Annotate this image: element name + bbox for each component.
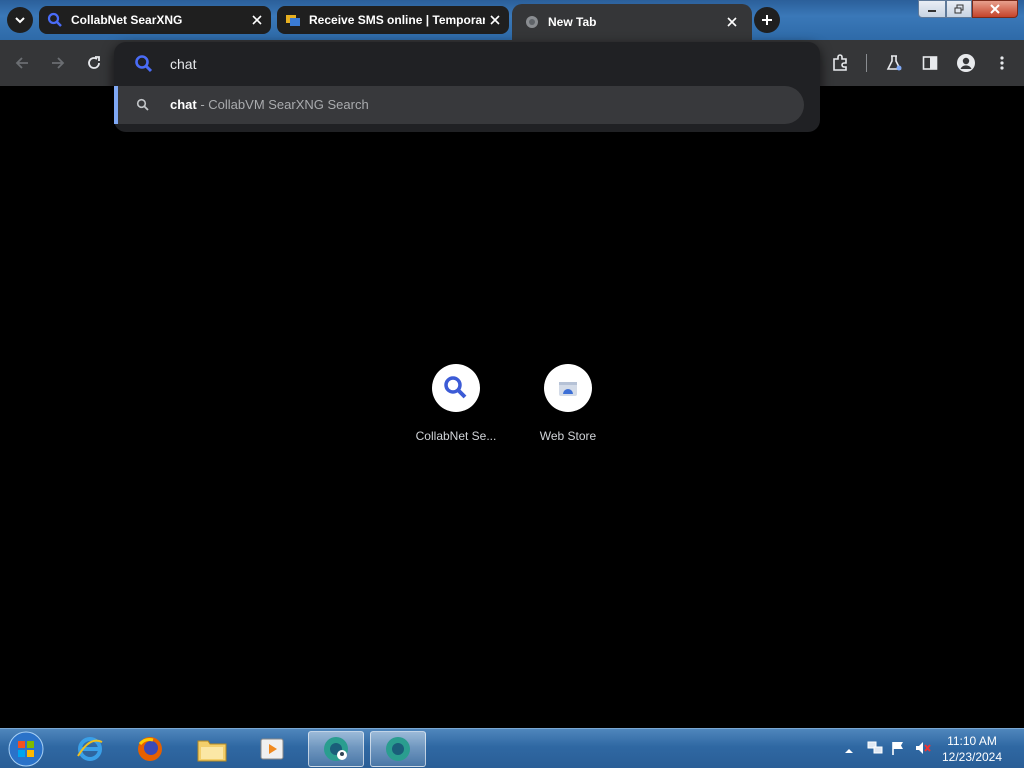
clock-date: 12/23/2024 bbox=[941, 750, 1003, 764]
address-bar-input[interactable] bbox=[170, 52, 770, 76]
internet-explorer-icon bbox=[77, 737, 103, 761]
back-arrow-icon bbox=[15, 57, 28, 69]
tab-search-button[interactable] bbox=[7, 7, 33, 33]
tab-collabnet-searxng[interactable]: CollabNet SearXNG bbox=[39, 6, 271, 34]
tab-title: CollabNet SearXNG bbox=[71, 13, 183, 27]
labs-button[interactable] bbox=[882, 51, 906, 75]
toolbar-divider bbox=[866, 54, 867, 72]
globe-icon bbox=[524, 14, 540, 30]
close-icon[interactable] bbox=[485, 10, 505, 30]
show-hidden-icons-button[interactable] bbox=[844, 742, 854, 760]
shortcut-web-store[interactable]: Web Store bbox=[518, 364, 618, 454]
suggestion-query: chat bbox=[170, 97, 197, 112]
internet-explorer-taskbar-button[interactable] bbox=[62, 731, 118, 767]
network-icon[interactable] bbox=[866, 740, 884, 761]
search-icon bbox=[444, 376, 467, 399]
shortcut-label: CollabNet Se... bbox=[415, 429, 497, 443]
extensions-button[interactable] bbox=[828, 51, 852, 75]
sms-site-icon bbox=[285, 12, 301, 28]
tab-receive-sms[interactable]: Receive SMS online | Temporary bbox=[277, 6, 509, 34]
shortcut-icon-tile bbox=[544, 364, 592, 412]
selection-indicator bbox=[114, 86, 118, 124]
omnibox-suggestion[interactable]: chat - CollabVM SearXNG Search bbox=[114, 86, 804, 124]
taskbar: 11:10 AM 12/23/2024 bbox=[0, 728, 1024, 768]
suggestion-description: - CollabVM SearXNG Search bbox=[196, 97, 369, 112]
reload-icon bbox=[88, 56, 100, 69]
new-tab-button[interactable] bbox=[754, 7, 780, 33]
tab-strip: CollabNet SearXNG Receive SMS online | T… bbox=[0, 0, 1024, 40]
minimize-icon bbox=[928, 10, 936, 12]
tab-title: New Tab bbox=[548, 15, 597, 29]
folder-icon bbox=[197, 740, 227, 762]
start-button[interactable] bbox=[4, 730, 48, 768]
chrome-taskbar-button-2[interactable] bbox=[370, 731, 426, 767]
chevron-down-icon bbox=[15, 17, 25, 24]
menu-button[interactable] bbox=[990, 51, 1014, 75]
flask-icon bbox=[886, 55, 902, 71]
restore-button[interactable] bbox=[946, 0, 972, 18]
chevron-up-icon bbox=[845, 749, 853, 753]
action-center-flag-icon[interactable] bbox=[890, 740, 906, 761]
web-store-icon bbox=[559, 382, 577, 396]
close-icon[interactable] bbox=[722, 12, 742, 32]
suggestion-text: chat - CollabVM SearXNG Search bbox=[170, 97, 369, 112]
shortcut-collabnet[interactable]: CollabNet Se... bbox=[406, 364, 506, 454]
forward-button[interactable] bbox=[46, 51, 70, 75]
browser-profile-icon bbox=[324, 737, 348, 761]
firefox-taskbar-button[interactable] bbox=[122, 731, 178, 767]
forward-arrow-icon bbox=[52, 57, 65, 69]
file-explorer-taskbar-button[interactable] bbox=[184, 731, 240, 767]
media-player-taskbar-button[interactable] bbox=[244, 731, 300, 767]
shortcut-label: Web Store bbox=[539, 429, 597, 443]
restore-icon bbox=[954, 4, 964, 14]
tab-new-tab[interactable]: New Tab bbox=[512, 4, 752, 40]
tab-title: Receive SMS online | Temporary bbox=[309, 13, 485, 27]
shortcut-icon-tile bbox=[432, 364, 480, 412]
minimize-button[interactable] bbox=[918, 0, 946, 18]
windows-logo-icon bbox=[8, 731, 44, 767]
search-icon bbox=[136, 98, 150, 112]
back-button[interactable] bbox=[10, 51, 34, 75]
reload-button[interactable] bbox=[82, 51, 106, 75]
puzzle-icon bbox=[833, 54, 847, 71]
side-panel-button[interactable] bbox=[918, 51, 942, 75]
close-icon bbox=[990, 4, 1000, 14]
avatar-icon bbox=[957, 54, 975, 72]
profile-button[interactable] bbox=[954, 51, 978, 75]
close-icon[interactable] bbox=[247, 10, 267, 30]
close-window-button[interactable] bbox=[972, 0, 1018, 18]
omnibox-popup: chat - CollabVM SearXNG Search bbox=[114, 42, 820, 132]
side-panel-icon bbox=[922, 56, 938, 70]
media-player-icon bbox=[260, 738, 284, 760]
search-icon bbox=[47, 12, 63, 28]
plus-icon bbox=[762, 15, 772, 25]
search-icon bbox=[134, 54, 154, 74]
firefox-icon bbox=[138, 737, 162, 761]
browser-icon bbox=[386, 737, 410, 761]
clock[interactable]: 11:10 AM 12/23/2024 bbox=[930, 733, 1014, 765]
chrome-taskbar-button-1[interactable] bbox=[308, 731, 364, 767]
kebab-menu-icon bbox=[1000, 56, 1004, 70]
clock-time: 11:10 AM bbox=[947, 734, 997, 748]
